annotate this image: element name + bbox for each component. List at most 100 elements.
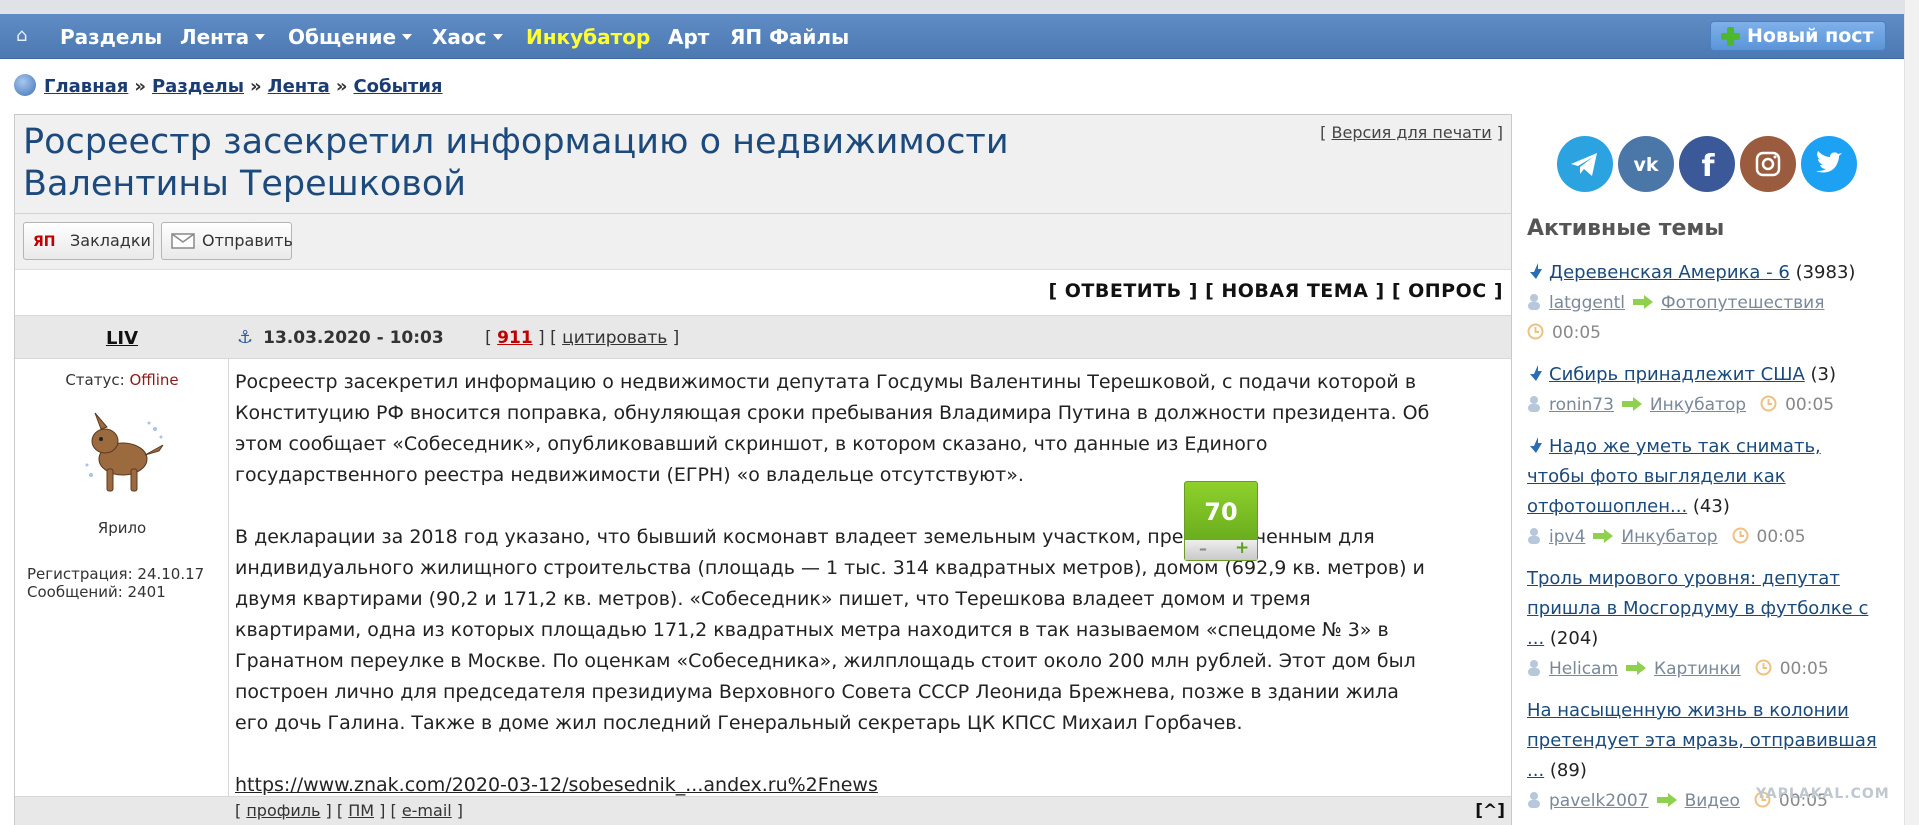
author-registration: Регистрация: 24.10.17 bbox=[27, 565, 205, 583]
rating-minus-icon[interactable]: – bbox=[1199, 539, 1207, 558]
post-footer: [ профиль ] [ ПМ ] [ e-mail ] [^] bbox=[15, 796, 1511, 825]
nav-item-incubator[interactable]: Инкубатор bbox=[526, 24, 650, 50]
arrow-right-icon bbox=[1593, 529, 1614, 543]
bookmarks-button[interactable]: ЯП Закладки bbox=[23, 222, 154, 260]
author-status: Статус: Offline bbox=[65, 371, 179, 389]
rating-widget: 70 – + bbox=[1184, 481, 1258, 561]
active-topics-list: Деревенская Америка - 6 (3983) latggentl… bbox=[1527, 258, 1879, 825]
instagram-icon[interactable] bbox=[1740, 136, 1796, 192]
source-link[interactable]: https://www.znak.com/2020-03-12/sobesedn… bbox=[235, 774, 878, 796]
clock-icon bbox=[1527, 323, 1544, 340]
new-topic-button[interactable]: [ НОВАЯ ТЕМА ] bbox=[1205, 280, 1385, 302]
breadcrumb-home[interactable]: Главная bbox=[44, 76, 128, 97]
user-icon bbox=[1528, 660, 1540, 676]
chevron-down-icon bbox=[492, 34, 503, 40]
avatar[interactable] bbox=[79, 405, 169, 501]
pm-link[interactable]: ПМ bbox=[348, 801, 374, 820]
post-header: LIV ⚓ 13.03.2020 - 10:03 [ 911 ] [ цитиро… bbox=[15, 315, 1511, 359]
post-number[interactable]: 911 bbox=[497, 328, 533, 348]
post-author[interactable]: LIV bbox=[15, 328, 229, 349]
topic-time: 00:05 bbox=[1779, 659, 1829, 679]
divider bbox=[15, 213, 1511, 214]
breadcrumb-sections[interactable]: Разделы bbox=[152, 76, 244, 97]
clock-icon bbox=[1760, 395, 1777, 412]
browser-top-strip bbox=[0, 0, 1919, 14]
twitter-icon[interactable] bbox=[1801, 136, 1857, 192]
topic-link[interactable]: Деревенская Америка - 6 bbox=[1549, 262, 1790, 283]
home-icon[interactable]: ⌂ bbox=[16, 26, 36, 46]
nav-item-feed[interactable]: Лента bbox=[180, 24, 266, 50]
nav-item-communication[interactable]: Общение bbox=[288, 24, 413, 50]
topic-time: 00:05 bbox=[1785, 395, 1835, 415]
list-item: Троль мирового уровня: депутат пришла в … bbox=[1527, 564, 1879, 684]
svg-text:ЯП: ЯП bbox=[33, 234, 56, 250]
topic-section[interactable]: Инкубатор bbox=[1621, 527, 1717, 547]
topic-count: (3983) bbox=[1795, 262, 1856, 283]
topic-user[interactable]: ronin73 bbox=[1549, 395, 1614, 415]
reply-button[interactable]: [ ОТВЕТИТЬ ] bbox=[1048, 280, 1197, 302]
topic-section[interactable]: Картинки bbox=[1654, 659, 1741, 679]
topic-container: Росреестр засекретил информацию о недвиж… bbox=[14, 114, 1512, 825]
post-footer-links: [ профиль ] [ ПМ ] [ e-mail ] bbox=[235, 801, 464, 820]
post-body: Росреестр засекретил информацию о недвиж… bbox=[229, 359, 1511, 796]
email-link[interactable]: e-mail bbox=[402, 801, 452, 820]
nav-item-files[interactable]: ЯП Файлы bbox=[730, 24, 849, 50]
rating-controls: – + bbox=[1185, 538, 1257, 560]
topic-section[interactable]: Инкубатор bbox=[1650, 395, 1746, 415]
envelope-icon bbox=[171, 233, 195, 249]
anchor-icon[interactable]: ⚓ bbox=[237, 327, 253, 348]
new-post-label: Новый пост bbox=[1747, 25, 1874, 47]
facebook-icon[interactable]: f bbox=[1679, 136, 1735, 192]
user-icon bbox=[1528, 528, 1540, 544]
new-post-button[interactable]: Новый пост bbox=[1710, 21, 1886, 51]
breadcrumb-feed[interactable]: Лента bbox=[268, 76, 330, 97]
list-item: Деревенская Америка - 6 (3983) latggentl… bbox=[1527, 258, 1879, 348]
to-top-link[interactable]: [^] bbox=[1475, 801, 1505, 821]
post-meta: ⚓ 13.03.2020 - 10:03 [ 911 ] [ цитировать… bbox=[237, 327, 680, 348]
hot-arrow-icon bbox=[1530, 365, 1542, 381]
list-item: Сибирь принадлежит США (3) ronin73 Инкуба… bbox=[1527, 360, 1879, 420]
topic-actions: [ ОТВЕТИТЬ ] [ НОВАЯ ТЕМА ] [ ОПРОС ] bbox=[1048, 280, 1503, 302]
breadcrumb-bullet-icon bbox=[14, 74, 36, 96]
topic-action-bar: [ ОТВЕТИТЬ ] [ НОВАЯ ТЕМА ] [ ОПРОС ] bbox=[15, 269, 1511, 315]
svg-text:f: f bbox=[1701, 149, 1715, 184]
profile-link[interactable]: профиль bbox=[246, 801, 320, 820]
breadcrumb-events[interactable]: События bbox=[353, 76, 442, 97]
nav-item-art[interactable]: Арт bbox=[668, 24, 709, 50]
topic-user[interactable]: ipv4 bbox=[1549, 527, 1585, 547]
quote-link[interactable]: цитировать bbox=[562, 328, 667, 348]
vk-icon[interactable]: vk bbox=[1618, 136, 1674, 192]
topic-user[interactable]: latggentl bbox=[1549, 293, 1625, 313]
rating-value: 70 bbox=[1204, 498, 1238, 526]
list-item: Надо же уметь так снимать, чтобы фото вы… bbox=[1527, 432, 1879, 552]
topic-link[interactable]: Надо же уметь так снимать, чтобы фото вы… bbox=[1527, 436, 1821, 517]
vertical-scrollbar[interactable] bbox=[1904, 0, 1919, 825]
rating-plus-icon[interactable]: + bbox=[1235, 538, 1249, 558]
topic-user[interactable]: Helicam bbox=[1549, 659, 1618, 679]
topic-count: (89) bbox=[1549, 760, 1587, 781]
clock-icon bbox=[1755, 659, 1772, 676]
poll-button[interactable]: [ ОПРОС ] bbox=[1392, 280, 1503, 302]
post-date: 13.03.2020 - 10:03 bbox=[263, 328, 444, 348]
topic-section[interactable]: Видео bbox=[1685, 791, 1740, 811]
plus-icon bbox=[1721, 27, 1740, 46]
clock-icon bbox=[1732, 527, 1749, 544]
topic-count: (43) bbox=[1692, 496, 1730, 517]
yap-logo-icon: ЯП bbox=[33, 234, 56, 250]
arrow-right-icon bbox=[1621, 397, 1642, 411]
topic-user[interactable]: pavelk2007 bbox=[1549, 791, 1649, 811]
topic-time: 00:05 bbox=[1552, 323, 1601, 343]
active-topics-heading: Активные темы bbox=[1527, 216, 1725, 241]
topic-link[interactable]: Сибирь принадлежит США bbox=[1549, 364, 1805, 385]
post-paragraph: Росреестр засекретил информацию о недвиж… bbox=[235, 371, 1430, 486]
print-version: [ Версия для печати ] bbox=[1320, 123, 1503, 142]
arrow-right-icon bbox=[1626, 661, 1647, 675]
send-button[interactable]: Отправить bbox=[161, 222, 293, 260]
nav-item-sections[interactable]: Разделы bbox=[60, 24, 162, 50]
telegram-icon[interactable] bbox=[1557, 136, 1613, 192]
print-version-link[interactable]: Версия для печати bbox=[1332, 123, 1492, 142]
arrow-right-icon bbox=[1633, 295, 1654, 309]
topic-count: (204) bbox=[1549, 628, 1599, 649]
topic-section[interactable]: Фотопутешествия bbox=[1661, 293, 1824, 313]
nav-item-chaos[interactable]: Хаос bbox=[432, 24, 503, 50]
